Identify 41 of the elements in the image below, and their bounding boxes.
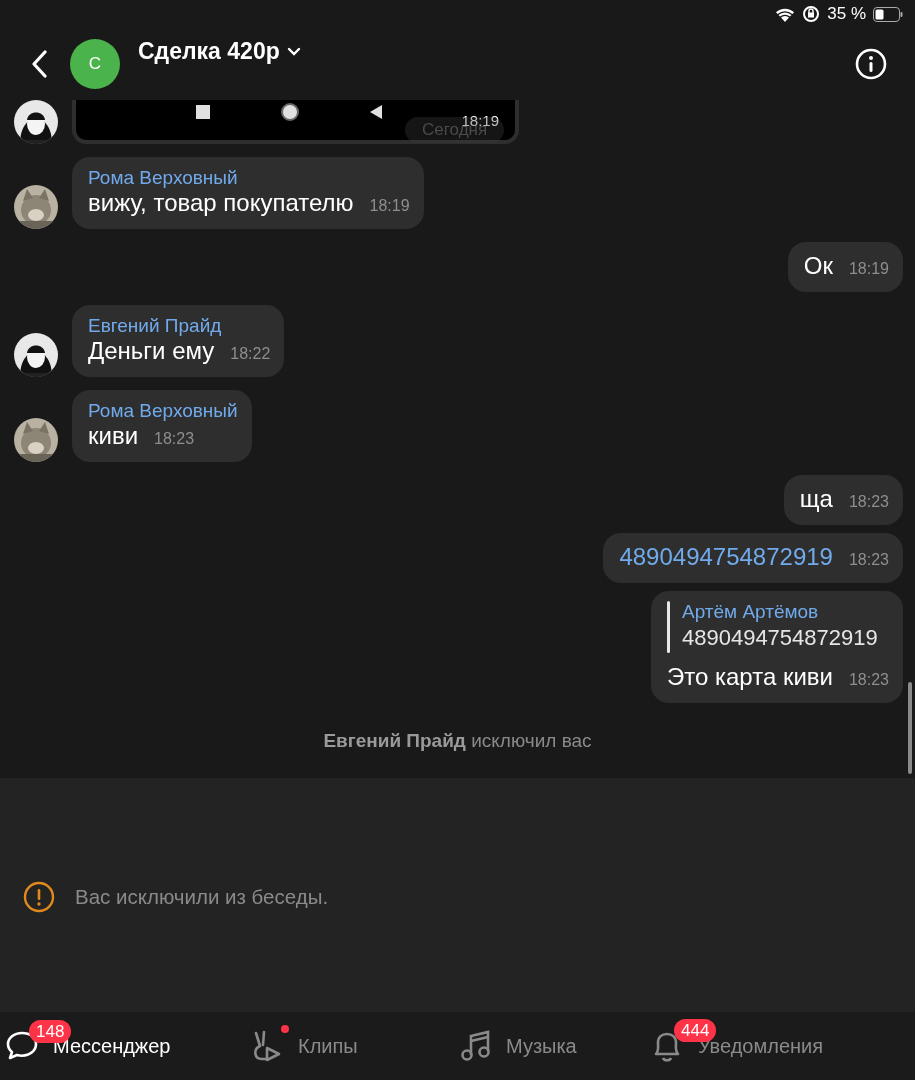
message-time: 18:19: [369, 196, 410, 216]
chat-avatar[interactable]: С: [70, 39, 120, 89]
nav-tab[interactable]: Музыка: [460, 1017, 650, 1063]
count-badge: 444: [674, 1019, 717, 1042]
reply-text: 4890494754872919: [681, 624, 878, 652]
message-time: 18:23: [848, 492, 889, 512]
message-text: ща: [799, 485, 833, 513]
nav-tab[interactable]: 444 Уведомления: [650, 1017, 824, 1063]
wifi-icon: [775, 6, 796, 22]
sender-name: Евгений Прайд: [88, 315, 223, 337]
battery-icon: [873, 6, 903, 22]
message-time: 18:23: [848, 670, 889, 690]
message-time: 18:19: [848, 259, 889, 279]
sender-name: Рома Верховный: [88, 167, 239, 189]
reply-author: Артём Артёмов: [681, 601, 820, 623]
battery-percent: 35 %: [827, 4, 866, 24]
info-icon[interactable]: [855, 48, 887, 80]
message-time: 18:22: [230, 344, 271, 364]
message-time: 18:23: [848, 550, 889, 570]
message-text: Ок: [803, 252, 833, 280]
message-text: киви: [88, 422, 139, 450]
message-time: 18:23: [154, 429, 195, 449]
system-message: Евгений Прайд исключил вас: [322, 730, 593, 752]
message-link[interactable]: 4890494754872919: [619, 543, 833, 571]
music-icon: [460, 1029, 492, 1063]
notice-text: Вас исключили из беседы.: [75, 885, 329, 909]
message-text: Деньги ему: [88, 337, 215, 365]
chat-icon: [5, 1030, 39, 1062]
nav-tab[interactable]: Клипы: [250, 1017, 460, 1063]
back-icon[interactable]: [30, 50, 48, 78]
chat-title[interactable]: Сделка 420р: [138, 37, 280, 65]
message-text: Это карта киви: [666, 663, 833, 691]
message-text: вижу, товар покупателю: [88, 189, 354, 217]
nav-tab[interactable]: 148 Мессенджер: [5, 1018, 250, 1062]
circle-icon: [279, 102, 300, 122]
chevron-down-icon[interactable]: [286, 46, 301, 56]
triangle-icon: [369, 105, 382, 119]
rotation-lock-icon: [802, 5, 821, 23]
square-icon: [195, 105, 210, 119]
sender-name: Рома Верховный: [88, 400, 238, 422]
warning-icon: [23, 881, 55, 913]
